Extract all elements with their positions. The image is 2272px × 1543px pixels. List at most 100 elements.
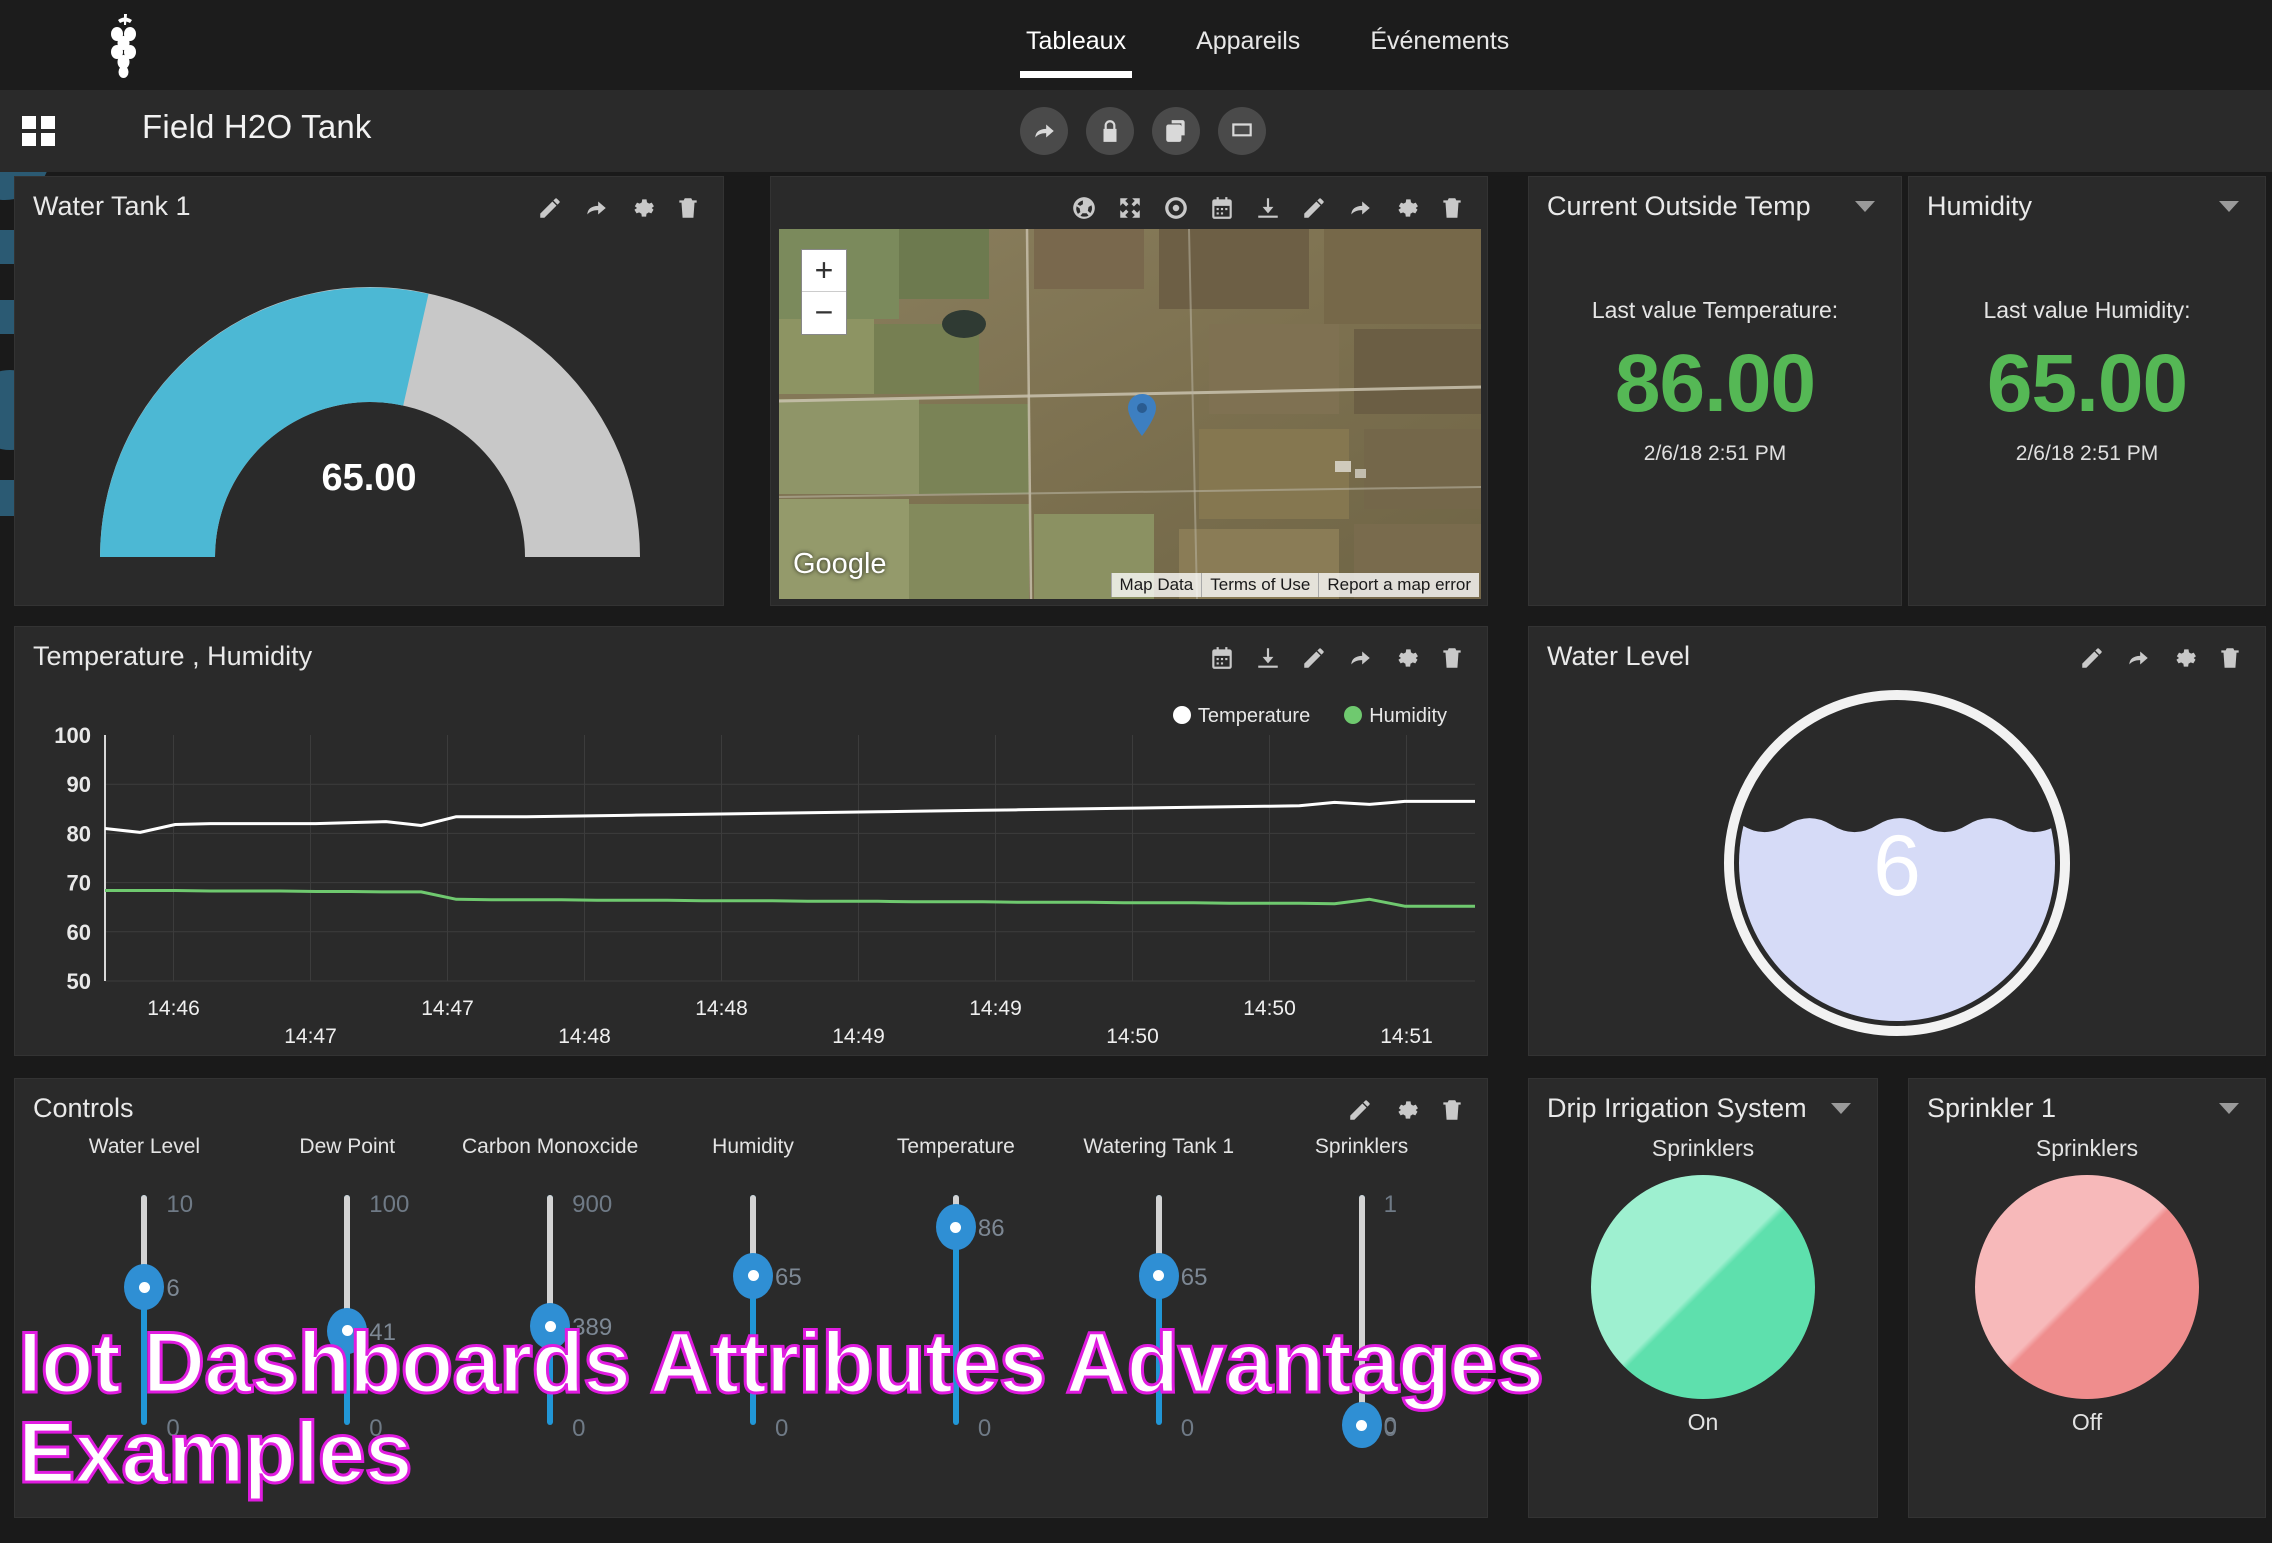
gear-icon[interactable] bbox=[1393, 1097, 1419, 1123]
nav-link-evenements[interactable]: Événements bbox=[1364, 27, 1515, 64]
pencil-icon[interactable] bbox=[1301, 195, 1327, 221]
slider-sprinklers: Sprinklers 0 1 0 bbox=[1260, 1135, 1463, 1505]
slider-thumb[interactable] bbox=[327, 1307, 368, 1354]
slider-min-value: 0 bbox=[572, 1415, 586, 1442]
slider-thumb[interactable] bbox=[935, 1204, 976, 1251]
fullscreen-icon[interactable] bbox=[1218, 107, 1266, 155]
stat-value: 65.00 bbox=[1986, 338, 2188, 429]
slider-label: Carbon Monoxcide bbox=[462, 1135, 639, 1158]
grid-menu-icon[interactable] bbox=[22, 116, 56, 146]
lock-icon[interactable] bbox=[1086, 107, 1134, 155]
stat-timestamp: 2/6/18 2:51 PM bbox=[2015, 442, 2159, 465]
svg-text:14:51: 14:51 bbox=[1380, 1025, 1433, 1043]
slider-thumb-dot bbox=[544, 1320, 556, 1332]
slider-thumb[interactable] bbox=[1341, 1402, 1382, 1448]
slider-min-value: 0 bbox=[1180, 1415, 1195, 1442]
slider-thumb-dot bbox=[950, 1221, 962, 1233]
panel-title: Water Tank 1 bbox=[33, 191, 191, 221]
slider-thumb[interactable] bbox=[124, 1264, 165, 1310]
slider-track[interactable] bbox=[141, 1195, 148, 1425]
trash-icon[interactable] bbox=[1439, 1097, 1465, 1123]
pencil-icon[interactable] bbox=[1301, 645, 1327, 671]
google-watermark: Google bbox=[793, 548, 887, 580]
trash-icon[interactable] bbox=[1439, 195, 1465, 221]
trash-icon[interactable] bbox=[675, 195, 701, 221]
panel-title: Water Level bbox=[1547, 641, 1691, 671]
slider-max-value: 900 bbox=[572, 1191, 613, 1218]
chevron-down-icon[interactable] bbox=[2219, 1103, 2239, 1114]
slider-label: Temperature bbox=[896, 1135, 1015, 1158]
share-icon[interactable] bbox=[583, 195, 609, 221]
trash-icon[interactable] bbox=[1439, 645, 1465, 671]
pencil-icon[interactable] bbox=[2079, 645, 2105, 671]
panel-title: Humidity bbox=[1927, 191, 2033, 221]
trash-icon[interactable] bbox=[2217, 645, 2243, 671]
device-state-label: Off bbox=[2071, 1409, 2103, 1435]
slider-track[interactable] bbox=[1155, 1195, 1162, 1425]
locate-icon[interactable] bbox=[1163, 195, 1189, 221]
download-icon[interactable] bbox=[1255, 645, 1281, 671]
slider-max-value: 1 bbox=[1383, 1191, 1397, 1218]
nav-link-appareils[interactable]: Appareils bbox=[1190, 27, 1306, 64]
slider-current-value: 389 bbox=[572, 1314, 613, 1342]
zoom-out-button[interactable]: − bbox=[802, 292, 846, 334]
gear-icon[interactable] bbox=[1393, 195, 1419, 221]
panel-temperature-humidity-chart: Temperature , Humidity Temperature Humid… bbox=[14, 626, 1488, 1056]
gear-icon[interactable] bbox=[1393, 645, 1419, 671]
globe-icon[interactable] bbox=[1071, 195, 1097, 221]
sprinkler-toggle-button[interactable] bbox=[1975, 1175, 2199, 1399]
map-data-link[interactable]: Map Data bbox=[1110, 573, 1202, 597]
report-map-error-link[interactable]: Report a map error bbox=[1318, 573, 1479, 597]
panel-title: Current Outside Temp bbox=[1547, 191, 1811, 221]
nav-links: Tableaux Appareils Événements bbox=[1020, 0, 1515, 90]
map-toolbar bbox=[1071, 195, 1465, 221]
slider-min-value: 0 bbox=[1383, 1415, 1397, 1442]
map-viewport[interactable]: + − Google Map Data Terms of Use Report … bbox=[779, 229, 1481, 599]
controls-slider-group: Water Level 6 10 0 Dew Point 41 100 0 Carbon Mon… bbox=[43, 1135, 1463, 1505]
expand-icon[interactable] bbox=[1117, 195, 1143, 221]
panel-water-tank-1: Water Tank 1 65.00 0 100 bbox=[14, 176, 725, 758]
pencil-icon[interactable] bbox=[1347, 1097, 1373, 1123]
panel-title: Controls bbox=[33, 1093, 134, 1123]
chevron-down-icon[interactable] bbox=[1855, 201, 1875, 212]
slider-current-value: 65 bbox=[1180, 1263, 1208, 1291]
share-icon[interactable] bbox=[1347, 645, 1373, 671]
copy-icon[interactable] bbox=[1152, 107, 1200, 155]
slider-thumb-dot bbox=[1153, 1270, 1165, 1281]
gear-icon[interactable] bbox=[2171, 645, 2197, 671]
download-icon[interactable] bbox=[1255, 195, 1281, 221]
svg-text:14:50: 14:50 bbox=[1106, 1025, 1159, 1043]
share-icon[interactable] bbox=[1020, 107, 1068, 155]
calendar-icon[interactable] bbox=[1209, 645, 1235, 671]
share-icon[interactable] bbox=[2125, 645, 2151, 671]
slider-thumb[interactable] bbox=[530, 1303, 571, 1350]
slider-fill bbox=[1358, 1195, 1365, 1425]
slider-min-value: 0 bbox=[369, 1415, 383, 1442]
svg-text:80: 80 bbox=[67, 821, 91, 846]
slider-carbon-monoxcide: Carbon Monoxcide 389 900 0 bbox=[449, 1135, 652, 1505]
slider-track[interactable] bbox=[1358, 1195, 1365, 1425]
drip-irrigation-toggle-button[interactable] bbox=[1591, 1175, 1815, 1399]
map-marker-pin-icon[interactable] bbox=[1127, 394, 1157, 436]
slider-min-value: 0 bbox=[977, 1415, 992, 1442]
pencil-icon[interactable] bbox=[537, 195, 563, 221]
share-icon[interactable] bbox=[1347, 195, 1373, 221]
slider-track[interactable] bbox=[750, 1195, 756, 1425]
grapes-logo-icon[interactable] bbox=[90, 10, 160, 80]
page-title: Field H2O Tank bbox=[142, 108, 372, 145]
zoom-in-button[interactable]: + bbox=[802, 250, 846, 292]
chevron-down-icon[interactable] bbox=[2219, 201, 2239, 212]
slider-thumb[interactable] bbox=[1138, 1252, 1179, 1299]
terms-of-use-link[interactable]: Terms of Use bbox=[1201, 573, 1319, 597]
nav-link-tableaux[interactable]: Tableaux bbox=[1020, 27, 1133, 78]
gear-icon[interactable] bbox=[629, 195, 655, 221]
gauge-value: 65.00 bbox=[321, 457, 417, 499]
map-attribution: Map Data Terms of Use Report a map error bbox=[1110, 573, 1479, 597]
gauge-water-tank bbox=[15, 237, 725, 607]
slider-thumb[interactable] bbox=[733, 1252, 773, 1299]
slider-thumb-dot bbox=[747, 1270, 759, 1281]
dashboard-page: Tableaux Appareils Événements Field H2O … bbox=[0, 0, 2272, 1543]
svg-text:14:49: 14:49 bbox=[969, 997, 1022, 1020]
calendar-icon[interactable] bbox=[1209, 195, 1235, 221]
chevron-down-icon[interactable] bbox=[1831, 1103, 1851, 1114]
